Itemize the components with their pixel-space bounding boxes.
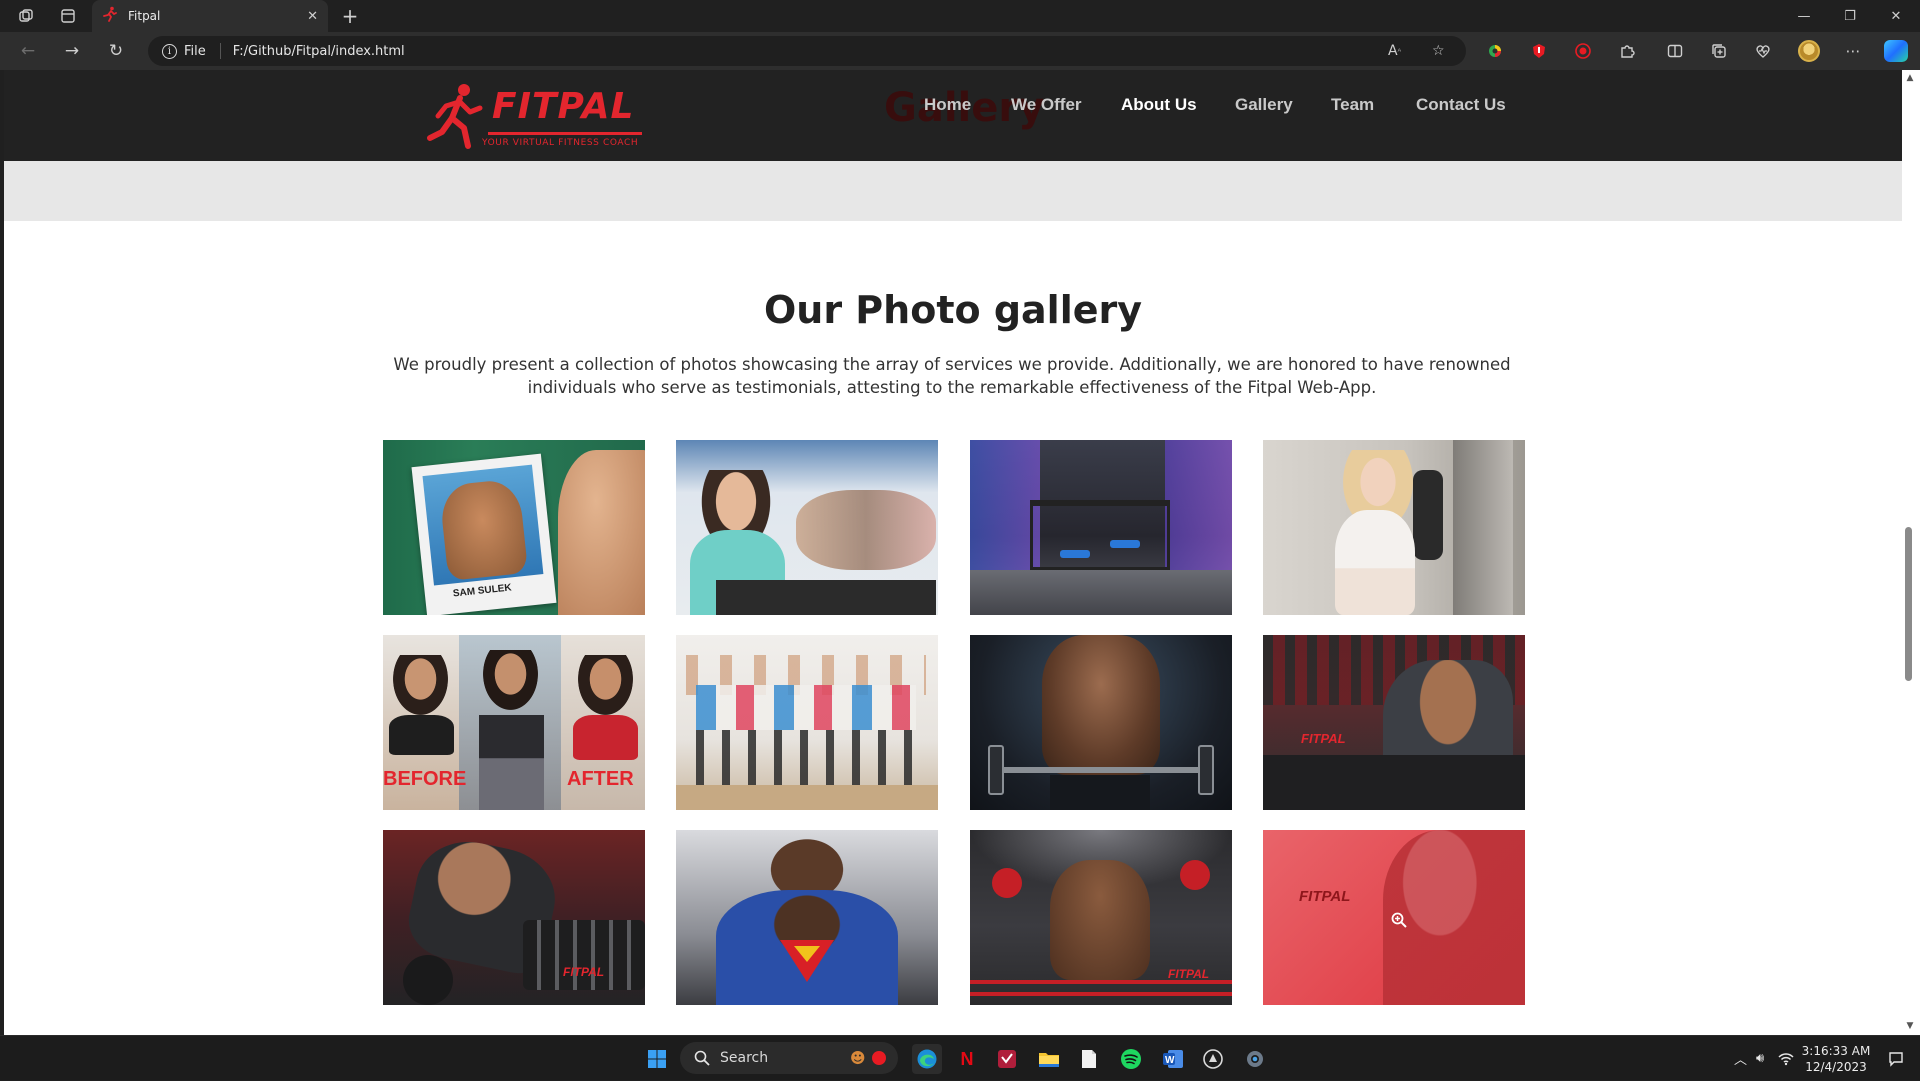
zoom-in-icon[interactable]: [1391, 912, 1407, 928]
watermark-fitpal: FITPAL: [563, 965, 605, 979]
new-tab-button[interactable]: +: [336, 0, 364, 32]
nav-about-us[interactable]: About Us: [1121, 95, 1197, 125]
notepad-icon[interactable]: [1074, 1044, 1104, 1074]
extension-record-icon[interactable]: [1570, 38, 1596, 64]
brand-tagline: YOUR VIRTUAL FITNESS COACH: [482, 138, 639, 148]
volume-icon[interactable]: 🔊︎: [1756, 1036, 1764, 1081]
address-separator: [219, 43, 221, 59]
workspaces-icon[interactable]: [10, 0, 42, 32]
close-tab-icon[interactable]: ✕: [307, 9, 318, 24]
before-label: BEFORE: [383, 768, 467, 790]
refresh-button[interactable]: ↻: [100, 36, 132, 66]
split-screen-icon[interactable]: [1662, 38, 1688, 64]
spotify-icon[interactable]: [1116, 1044, 1146, 1074]
extensions-puzzle-icon[interactable]: [1614, 38, 1640, 64]
browser-tab-bar: Fitpal ✕ + — ❐ ✕: [0, 0, 1920, 32]
scroll-down-arrow-icon[interactable]: ▼: [1903, 1020, 1917, 1032]
nav-contact-us[interactable]: Contact Us: [1416, 95, 1506, 125]
gallery-photo-6[interactable]: [676, 635, 938, 810]
gingerbread-icon: ☻: [850, 1049, 866, 1067]
read-aloud-icon[interactable]: Aᴬ: [1388, 36, 1401, 66]
clock-time: 3:16:33 AM: [1801, 1044, 1871, 1058]
nav-home[interactable]: Home: [924, 95, 971, 125]
after-label: AFTER: [567, 768, 634, 790]
gallery-photo-7[interactable]: [970, 635, 1232, 810]
gallery-photo-3[interactable]: [970, 440, 1232, 615]
tab-actions-icon[interactable]: [52, 0, 84, 32]
scroll-up-arrow-icon[interactable]: ▲: [1903, 72, 1917, 84]
todo-check-icon[interactable]: [992, 1044, 1022, 1074]
browser-tab-fitpal[interactable]: Fitpal ✕: [92, 0, 328, 32]
scrollbar-thumb[interactable]: [1905, 527, 1912, 681]
settings-gear-icon[interactable]: [1240, 1044, 1270, 1074]
polaroid-caption: SAM SULEK: [452, 582, 513, 600]
start-windows-icon[interactable]: [642, 1044, 672, 1074]
edge-browser-icon[interactable]: [912, 1044, 942, 1074]
collections-icon[interactable]: [1706, 38, 1732, 64]
logo-underline: [488, 132, 642, 135]
wifi-icon[interactable]: [1778, 1036, 1794, 1081]
taskbar-search[interactable]: Search ☻: [680, 1042, 898, 1074]
clock-date: 12/4/2023: [1805, 1060, 1867, 1074]
address-scheme-label: File: [184, 43, 206, 59]
watermark-fitpal: FITPAL: [1299, 888, 1351, 905]
gallery-description: We proudly present a collection of photo…: [393, 355, 1511, 397]
site-info-icon[interactable]: i: [162, 43, 177, 59]
extension-colorful-icon[interactable]: [1482, 38, 1508, 64]
fitpal-favicon-icon: [102, 6, 118, 26]
man-figure: [558, 450, 645, 615]
gallery-photo-8[interactable]: FITPAL: [1263, 635, 1525, 810]
extension-red-shield-icon[interactable]: [1526, 38, 1552, 64]
nav-gallery[interactable]: Gallery: [1235, 95, 1293, 125]
runner-logo-icon: [427, 84, 483, 149]
recording-dot-icon: [872, 1051, 886, 1065]
url-text[interactable]: F:/Github/Fitpal/index.html: [233, 44, 405, 59]
polaroid-frame: SAM SULEK: [411, 453, 557, 615]
watermark-fitpal: FITPAL: [1168, 967, 1210, 981]
gallery-title: Our Photo gallery: [763, 288, 1142, 332]
search-icon: [694, 1050, 710, 1066]
minimize-button[interactable]: —: [1781, 0, 1827, 32]
site-header: FITPAL YOUR VIRTUAL FITNESS COACH Galler…: [4, 70, 1902, 161]
system-clock[interactable]: 3:16:33 AM 12/4/2023: [1796, 1043, 1876, 1075]
windows-taskbar: Search ☻ N W ︿ 🔊︎ 3:16:33 AM 12/4/2023: [0, 1035, 1920, 1080]
netflix-icon[interactable]: N: [952, 1044, 982, 1074]
browser-essentials-icon[interactable]: [1750, 38, 1776, 64]
word-icon[interactable]: W: [1158, 1044, 1188, 1074]
nav-we-offer[interactable]: We Offer: [1011, 95, 1082, 125]
browser-nav-bar: ← → ↻ i File F:/Github/Fitpal/index.html…: [0, 32, 1920, 70]
forward-button[interactable]: →: [56, 36, 88, 66]
svg-text:W: W: [1165, 1055, 1175, 1066]
gallery-photo-5[interactable]: BEFORE AFTER: [383, 635, 645, 810]
address-bar[interactable]: i File F:/Github/Fitpal/index.html Aᴬ ☆: [148, 36, 1466, 66]
copilot-icon[interactable]: [1884, 40, 1908, 62]
back-button[interactable]: ←: [12, 36, 44, 66]
gallery-photo-10[interactable]: [676, 830, 938, 1005]
search-label: Search: [720, 1050, 769, 1066]
gallery-photo-1[interactable]: SAM SULEK: [383, 440, 645, 615]
tab-title: Fitpal: [128, 9, 161, 23]
gallery-photo-11[interactable]: FITPAL: [970, 830, 1232, 1005]
hero-band: [4, 161, 1902, 221]
git-tool-icon[interactable]: [1198, 1044, 1228, 1074]
settings-more-icon[interactable]: ⋯: [1840, 38, 1866, 64]
page-viewport: FITPAL YOUR VIRTUAL FITNESS COACH Galler…: [4, 70, 1902, 1035]
gallery-photo-9[interactable]: FITPAL: [383, 830, 645, 1005]
favorite-star-icon[interactable]: ☆: [1432, 36, 1445, 66]
brand-name: FITPAL: [492, 86, 635, 127]
profile-avatar[interactable]: [1798, 40, 1820, 62]
gallery-photo-4[interactable]: [1263, 440, 1525, 615]
gallery-photo-2[interactable]: [676, 440, 938, 615]
nav-team[interactable]: Team: [1331, 95, 1374, 125]
gallery-photo-12[interactable]: FITPAL: [1263, 830, 1525, 1005]
fitpal-logo[interactable]: FITPAL YOUR VIRTUAL FITNESS COACH: [424, 82, 644, 152]
watermark-fitpal: FITPAL: [1301, 731, 1346, 746]
close-window-button[interactable]: ✕: [1873, 0, 1919, 32]
restore-button[interactable]: ❐: [1827, 0, 1873, 32]
file-explorer-icon[interactable]: [1034, 1044, 1064, 1074]
notifications-icon[interactable]: [1888, 1036, 1904, 1081]
tray-chevron-icon[interactable]: ︿: [1734, 1036, 1747, 1081]
